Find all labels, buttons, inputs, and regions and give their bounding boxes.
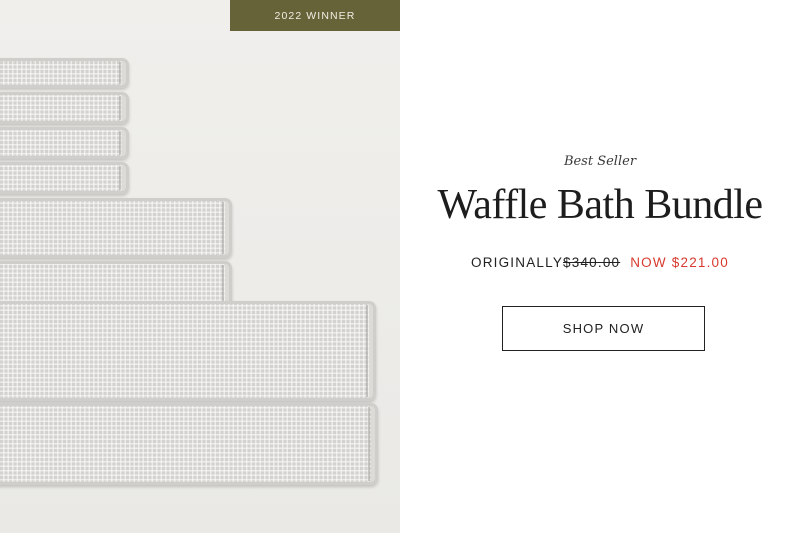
sale-price: NOW $221.00 (630, 255, 729, 270)
washcloth (0, 127, 129, 159)
washcloth (0, 162, 129, 194)
bath-towel (0, 301, 376, 401)
washcloth (0, 58, 129, 88)
original-price-label: ORIGINALLY (471, 255, 564, 270)
hand-towel (0, 198, 232, 258)
product-promo: Best Seller Waffle Bath Bundle ORIGINALL… (400, 0, 800, 533)
price-line: ORIGINALLY$340.00 NOW $221.00 (400, 255, 800, 270)
washcloth (0, 92, 129, 124)
bath-towel (0, 403, 378, 485)
original-price: $340.00 (563, 255, 621, 270)
product-image[interactable] (0, 0, 400, 533)
shop-now-button[interactable]: SHOP NOW (502, 306, 705, 351)
award-badge: 2022 WINNER (230, 0, 400, 31)
best-seller-label: Best Seller (563, 154, 637, 169)
product-title: Waffle Bath Bundle (437, 182, 763, 228)
